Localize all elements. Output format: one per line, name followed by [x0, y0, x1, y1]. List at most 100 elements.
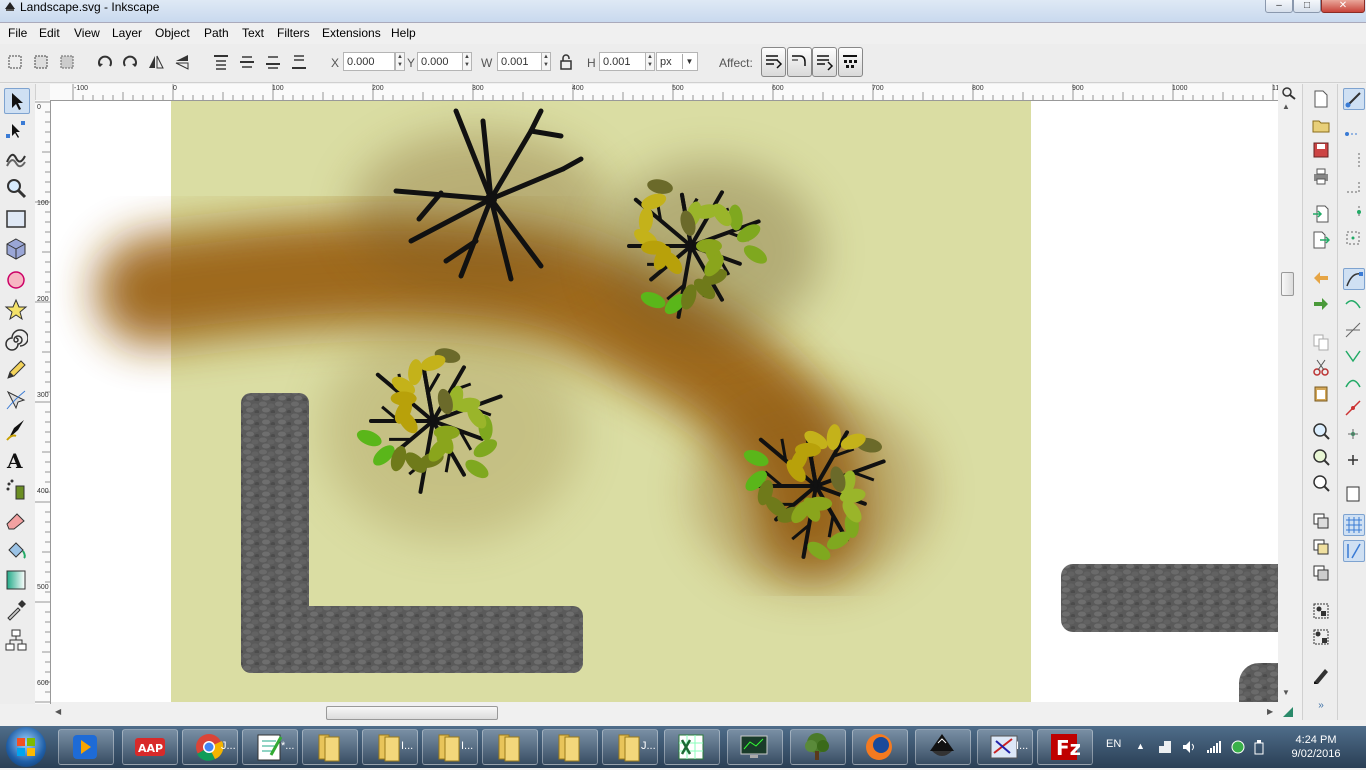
snap-cusp-nodes-icon[interactable]: [1343, 346, 1363, 366]
affect-rounded-corners-button[interactable]: [787, 47, 812, 77]
maximize-button[interactable]: □: [1293, 0, 1321, 13]
undo-icon[interactable]: [1312, 269, 1330, 287]
scroll-down-icon[interactable]: ▼: [1282, 688, 1290, 697]
taskbar-button-tree[interactable]: [790, 729, 846, 765]
unlink-clone-icon[interactable]: [1312, 564, 1330, 582]
lock-icon[interactable]: [557, 53, 575, 71]
lower-icon[interactable]: [264, 53, 282, 71]
cut-icon[interactable]: [1312, 358, 1330, 376]
taskbar-button-notepad[interactable]: *...: [242, 729, 298, 765]
raise-icon[interactable]: [238, 53, 256, 71]
affect-gradients-button[interactable]: [812, 47, 837, 77]
star-tool-icon[interactable]: [4, 298, 28, 322]
h-spinner[interactable]: ▲▼: [645, 52, 655, 71]
calligraphy-tool-icon[interactable]: [4, 418, 28, 442]
rotate-cw-icon[interactable]: [121, 53, 139, 71]
duplicate-icon[interactable]: [1312, 512, 1330, 530]
save-icon[interactable]: [1312, 141, 1330, 159]
menu-extensions[interactable]: Extensions: [322, 25, 381, 41]
rotate-ccw-icon[interactable]: [96, 53, 114, 71]
x-spinner[interactable]: ▲▼: [395, 52, 405, 71]
power-icon[interactable]: [1252, 739, 1266, 758]
snap-page-border-icon[interactable]: [1343, 484, 1363, 504]
close-button[interactable]: ✕: [1321, 0, 1365, 13]
snap-bbox-icon[interactable]: [1343, 124, 1363, 144]
menu-help[interactable]: Help: [391, 25, 416, 41]
copy-icon[interactable]: [1312, 333, 1330, 351]
scroll-left-icon[interactable]: ◀: [55, 707, 61, 716]
snap-rotation-centers-icon[interactable]: [1343, 450, 1363, 470]
snap-bbox-midpoint-icon[interactable]: [1343, 202, 1363, 222]
gradient-tool-icon[interactable]: [4, 568, 28, 592]
snap-bbox-edge-icon[interactable]: [1343, 150, 1363, 170]
ellipse-tool-icon[interactable]: [4, 268, 28, 292]
snap-intersections-icon[interactable]: [1343, 320, 1363, 340]
deselect-icon[interactable]: [58, 53, 76, 71]
menu-view[interactable]: View: [74, 25, 100, 41]
landscape-drawing[interactable]: [51, 101, 1278, 702]
taskbar-button-folder[interactable]: I...: [422, 729, 478, 765]
taskbar-button-folder[interactable]: J...: [602, 729, 658, 765]
windows-start-icon[interactable]: [6, 727, 46, 767]
paint-bucket-tool-icon[interactable]: [4, 538, 28, 562]
horizontal-ruler[interactable]: -100 0 100 200 300 400 500 600 700 800 9…: [50, 84, 1278, 101]
select-all-layers-icon[interactable]: [32, 53, 50, 71]
snap-toggle-icon[interactable]: [1343, 88, 1365, 110]
paste-icon[interactable]: [1312, 384, 1330, 402]
xml-editor-icon[interactable]: [1312, 666, 1330, 684]
vertical-scroll-thumb[interactable]: [1281, 272, 1294, 296]
flip-horizontal-icon[interactable]: [147, 53, 165, 71]
menu-object[interactable]: Object: [155, 25, 190, 41]
x-input[interactable]: 0.000: [343, 52, 395, 71]
affect-patterns-button[interactable]: [838, 47, 863, 77]
flip-vertical-icon[interactable]: [173, 53, 191, 71]
vertical-scrollbar[interactable]: ▲ ▼: [1278, 100, 1296, 703]
menu-layer[interactable]: Layer: [112, 25, 142, 41]
import-icon[interactable]: [1312, 205, 1330, 223]
open-icon[interactable]: [1312, 116, 1330, 134]
zoom-drawing-icon[interactable]: [1312, 448, 1330, 466]
eraser-tool-icon[interactable]: [4, 508, 28, 532]
snap-nodes-icon[interactable]: [1343, 268, 1365, 290]
show-hidden-icons-icon[interactable]: ▲: [1136, 741, 1145, 751]
network-icon[interactable]: [1206, 740, 1222, 757]
node-tool-icon[interactable]: [4, 118, 28, 142]
drawing-canvas[interactable]: [51, 101, 1278, 702]
h-input[interactable]: 0.001: [599, 52, 651, 71]
connector-tool-icon[interactable]: [4, 628, 28, 652]
taskbar-button-drawing[interactable]: I...: [977, 729, 1033, 765]
taskbar-button-folder[interactable]: [482, 729, 538, 765]
w-spinner[interactable]: ▲▼: [541, 52, 551, 71]
taskbar-button-media-player[interactable]: [58, 729, 114, 765]
taskbar-button-excel[interactable]: [664, 729, 720, 765]
taskbar-button-folder[interactable]: I...: [362, 729, 418, 765]
group-icon[interactable]: [1312, 602, 1330, 620]
system-clock[interactable]: 4:24 PM 9/02/2016: [1276, 733, 1356, 761]
select-all-icon[interactable]: [6, 53, 24, 71]
affect-stroke-width-button[interactable]: [761, 47, 786, 77]
spiral-tool-icon[interactable]: [4, 328, 28, 352]
snap-grid-icon[interactable]: [1343, 514, 1365, 536]
taskbar-button-filezilla[interactable]: Fz: [1037, 729, 1093, 765]
color-swatch-corner-icon[interactable]: [1281, 705, 1295, 719]
scroll-right-icon[interactable]: ▶: [1267, 707, 1273, 716]
redo-icon[interactable]: [1312, 295, 1330, 313]
tweak-tool-icon[interactable]: [4, 146, 28, 170]
snap-bbox-center-icon[interactable]: [1343, 228, 1363, 248]
snap-smooth-nodes-icon[interactable]: [1343, 372, 1363, 392]
snap-bbox-corner-icon[interactable]: [1343, 176, 1363, 196]
menu-edit[interactable]: Edit: [39, 25, 60, 41]
unit-select[interactable]: px▼: [656, 52, 698, 71]
more-commands-icon[interactable]: »: [1312, 700, 1330, 718]
print-icon[interactable]: [1312, 167, 1330, 185]
zoom-tool-icon[interactable]: [4, 176, 28, 200]
horizontal-scroll-thumb[interactable]: [326, 706, 498, 720]
taskbar-button-folder[interactable]: [302, 729, 358, 765]
menu-path[interactable]: Path: [204, 25, 229, 41]
rectangle-tool-icon[interactable]: [4, 207, 28, 231]
volume-icon[interactable]: [1182, 740, 1198, 757]
menu-text[interactable]: Text: [242, 25, 264, 41]
taskbar-button-firefox[interactable]: [852, 729, 908, 765]
ungroup-icon[interactable]: [1312, 628, 1330, 646]
spray-tool-icon[interactable]: [4, 478, 28, 502]
